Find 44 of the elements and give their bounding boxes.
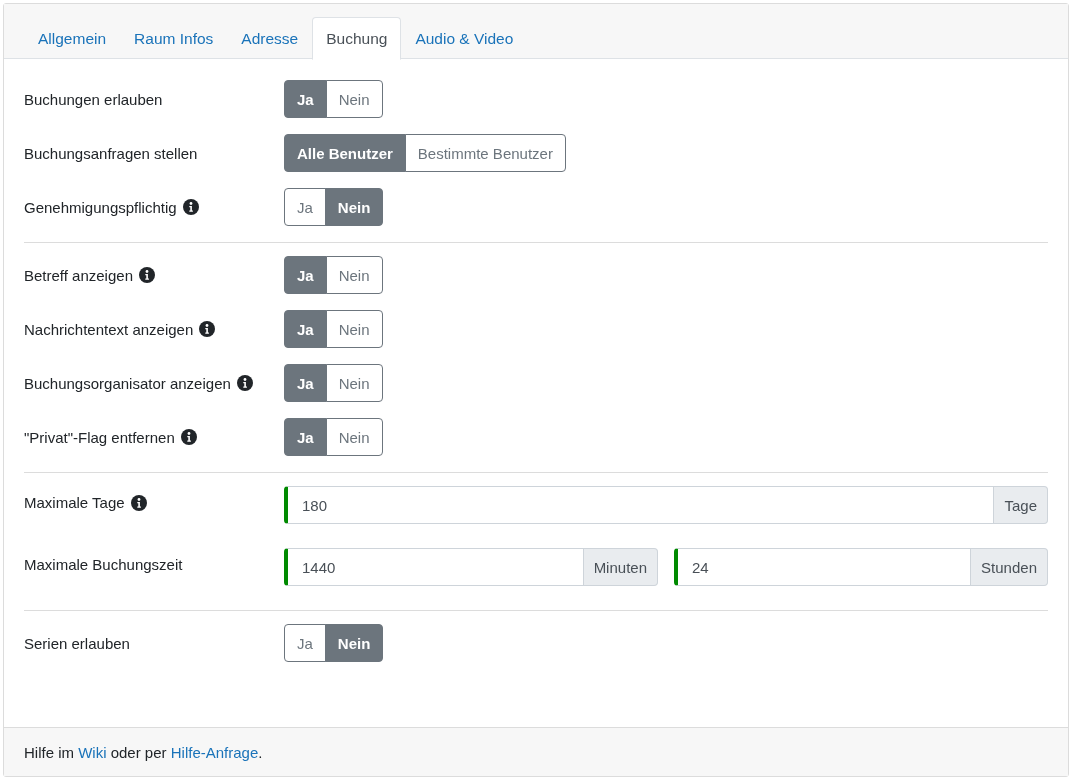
tab[interactable]: Allgemein bbox=[24, 17, 121, 59]
help-link[interactable]: Wiki bbox=[78, 743, 107, 761]
unit-label: Stunden bbox=[971, 548, 1048, 586]
field-label: Buchungsanfragen stellen bbox=[24, 144, 198, 162]
field-label: Buchungen erlauben bbox=[24, 90, 163, 108]
field-label: Nachrichtentext anzeigen bbox=[24, 320, 194, 338]
toggle-option[interactable]: Nein bbox=[325, 80, 383, 118]
toggle-option[interactable]: Nein bbox=[324, 624, 384, 662]
tab[interactable]: Buchung bbox=[312, 17, 402, 60]
toggle-option[interactable]: Ja bbox=[284, 624, 326, 662]
field-label: Genehmigungspflichtig bbox=[24, 198, 177, 216]
tab[interactable]: Raum Infos bbox=[120, 17, 228, 59]
field-label: Serien erlauben bbox=[24, 634, 130, 652]
toggle-option[interactable]: Bestimmte Benutzer bbox=[404, 134, 566, 172]
unit-label: Minuten bbox=[583, 548, 658, 586]
tab[interactable]: Audio & Video bbox=[401, 17, 528, 59]
toggle-option[interactable]: Nein bbox=[325, 310, 383, 348]
field-label: Maximale Buchungszeit bbox=[24, 556, 183, 573]
toggle-option[interactable]: Ja bbox=[284, 418, 327, 456]
tab[interactable]: Adresse bbox=[227, 17, 313, 59]
info-icon bbox=[236, 375, 253, 391]
field-label: Buchungsorganisator anzeigen bbox=[24, 374, 231, 392]
info-icon bbox=[180, 429, 197, 445]
help-text: Hilfe im Wiki oder per Hilfe-Anfrage. bbox=[24, 743, 263, 761]
toggle-option[interactable]: Nein bbox=[325, 418, 383, 456]
help-link[interactable]: Hilfe-Anfrage bbox=[170, 743, 259, 761]
info-icon bbox=[130, 494, 147, 511]
toggle-option[interactable]: Nein bbox=[325, 364, 383, 402]
unit-label: Tage bbox=[994, 486, 1048, 524]
field-label: "Privat"-Flag entfernen bbox=[24, 428, 175, 446]
toggle-option[interactable]: Ja bbox=[284, 364, 327, 402]
toggle-option[interactable]: Alle Benutzer bbox=[284, 134, 406, 172]
info-icon bbox=[199, 321, 216, 337]
toggle-option[interactable]: Ja bbox=[284, 188, 326, 226]
info-icon bbox=[139, 267, 155, 283]
number-field[interactable]: 180 bbox=[284, 486, 995, 524]
toggle-option[interactable]: Nein bbox=[324, 188, 384, 226]
info-icon bbox=[182, 199, 199, 215]
toggle-option[interactable]: Ja bbox=[284, 256, 327, 294]
toggle-option[interactable]: Ja bbox=[284, 310, 327, 348]
toggle-option[interactable]: Ja bbox=[284, 80, 327, 118]
field-label: Betreff anzeigen bbox=[24, 266, 133, 284]
field-label: Maximale Tage bbox=[24, 494, 125, 511]
toggle-option[interactable]: Nein bbox=[325, 256, 383, 294]
